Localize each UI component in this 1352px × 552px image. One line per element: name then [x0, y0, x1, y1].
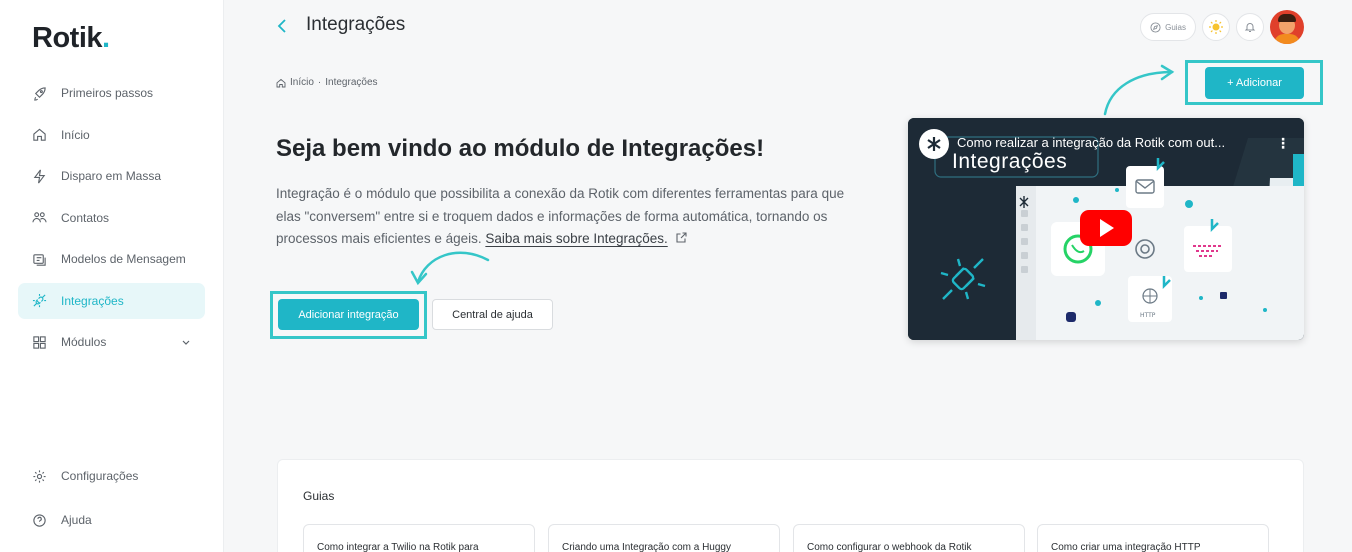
rotik-star-icon	[927, 137, 941, 151]
arrow-to-add-button	[1103, 70, 1174, 116]
sidebar-item-ajuda[interactable]: Ajuda	[18, 502, 205, 538]
sidebar-item-modulos[interactable]: Módulos	[18, 324, 205, 360]
video-menu-icon[interactable]: ⋮	[1276, 135, 1290, 152]
sidebar-item-label: Modelos de Mensagem	[61, 252, 186, 266]
sidebar-item-integracoes[interactable]: Integrações	[18, 282, 205, 319]
video-title: Como realizar a integração da Rotik com …	[957, 135, 1226, 150]
channel-logo	[919, 129, 949, 159]
breadcrumb-current: Integrações	[325, 77, 378, 88]
plug-icon	[32, 293, 47, 308]
theme-toggle-button[interactable]	[1202, 13, 1230, 41]
learn-more-link-text: Saiba mais sobre Integrações.	[485, 231, 668, 246]
lightning-icon	[33, 169, 46, 183]
breadcrumb: Início · Integrações	[276, 77, 378, 88]
sidebar-item-primeiros-passos[interactable]: Primeiros passos	[18, 75, 205, 111]
arrow-to-add-integration	[416, 251, 490, 284]
sidebar-item-label: Início	[61, 127, 90, 142]
breadcrumb-separator: ·	[317, 77, 322, 88]
sidebar-item-contatos[interactable]: Contatos	[18, 200, 205, 236]
help-icon	[33, 513, 46, 527]
user-avatar[interactable]	[1270, 10, 1304, 44]
external-link-icon[interactable]	[675, 231, 688, 244]
brand-name: Rotik	[32, 22, 103, 54]
chevron-down-icon	[182, 340, 190, 345]
grid-icon	[33, 335, 46, 349]
message-template-icon	[33, 253, 46, 266]
sidebar-bottom-nav: Configurações Ajuda	[18, 458, 205, 546]
guides-button[interactable]: Guias	[1140, 13, 1196, 41]
back-arrow-icon[interactable]	[273, 14, 293, 38]
sidebar-item-configuracoes[interactable]: Configurações	[18, 458, 205, 494]
guide-card[interactable]: Como criar uma integração HTTP	[1037, 524, 1269, 552]
sidebar-item-label: Primeiros passos	[61, 86, 154, 100]
bell-icon	[1244, 23, 1256, 32]
sidebar-item-label: Contatos	[61, 210, 110, 225]
guides-label: Guias	[1165, 22, 1186, 32]
add-button[interactable]: + Adicionar	[1205, 67, 1304, 99]
home-icon	[33, 128, 46, 141]
welcome-heading: Seja bem vindo ao módulo de Integrações!	[276, 135, 765, 162]
hero-description: Integração é o módulo que possibilita a …	[276, 183, 866, 251]
header-actions: Guias	[1140, 10, 1304, 44]
breadcrumb-home[interactable]: Início	[290, 77, 314, 88]
http-badge: HTTP	[1140, 312, 1156, 319]
sidebar-item-inicio[interactable]: Início	[18, 117, 205, 153]
guides-title: Guias	[303, 489, 335, 503]
avatar-shirt	[1274, 34, 1300, 44]
sidebar-item-modelos-de-mensagem[interactable]: Modelos de Mensagem	[18, 241, 205, 277]
tutorial-video[interactable]: Integrações Como realizar a integração d…	[908, 118, 1304, 340]
guides-section: Guias Como integrar a Twilio na Rotik pa…	[277, 459, 1304, 552]
guide-card[interactable]: Como integrar a Twilio na Rotik para	[303, 524, 535, 552]
sidebar: Rotik. Primeiros passos Início Disparo e…	[0, 0, 224, 552]
arrow-to-add-integration-head	[410, 270, 428, 286]
help-center-button[interactable]: Central de ajuda	[432, 299, 553, 330]
brand-logo[interactable]: Rotik.	[32, 22, 110, 55]
video-subtitle: Integrações	[952, 150, 1068, 173]
home-icon[interactable]	[276, 78, 286, 88]
sun-icon	[1209, 20, 1223, 34]
brand-dot: .	[102, 22, 110, 54]
guide-card[interactable]: Criando uma Integração com a Huggy	[548, 524, 780, 552]
sidebar-item-label: Configurações	[61, 469, 139, 483]
add-integration-button[interactable]: Adicionar integração	[278, 299, 419, 330]
arrow-to-add-button-head	[1160, 64, 1175, 81]
compass-icon	[1150, 21, 1161, 33]
contacts-icon	[32, 212, 47, 223]
sidebar-item-label: Disparo em Massa	[61, 169, 162, 183]
rocket-icon	[34, 86, 46, 101]
guide-card[interactable]: Como configurar o webhook da Rotik	[793, 524, 1025, 552]
notifications-button[interactable]	[1236, 13, 1264, 41]
gear-icon	[33, 469, 46, 483]
sidebar-item-label: Integrações	[61, 293, 124, 308]
sidebar-item-label: Módulos	[61, 335, 107, 349]
sidebar-nav: Primeiros passos Início Disparo em Massa…	[18, 75, 205, 366]
sidebar-item-disparo-em-massa[interactable]: Disparo em Massa	[18, 158, 205, 194]
avatar-hair	[1278, 14, 1296, 22]
learn-more-link[interactable]: Saiba mais sobre Integrações.	[485, 231, 667, 246]
sidebar-item-label: Ajuda	[61, 513, 92, 527]
page-title: Integrações	[306, 14, 406, 35]
